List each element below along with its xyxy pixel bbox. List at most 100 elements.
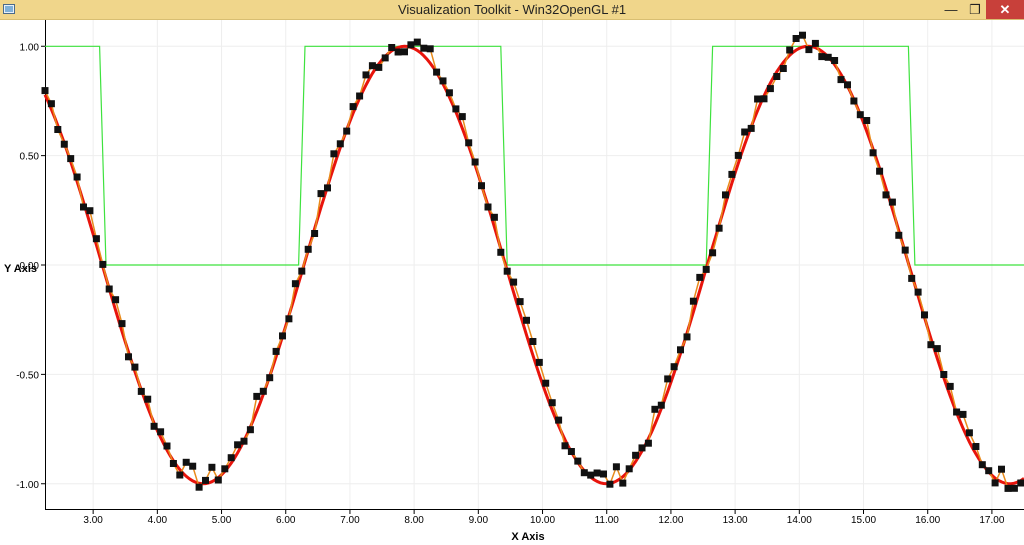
noisy-sine-marker: [246, 426, 254, 434]
noisy-sine-marker: [600, 470, 607, 478]
noisy-sine-marker: [298, 267, 306, 275]
x-tick-label: 6.00: [276, 515, 296, 526]
noisy-sine-marker: [933, 345, 941, 353]
noisy-sine-marker: [747, 124, 755, 132]
close-button[interactable]: ✕: [986, 0, 1024, 19]
noisy-sine-marker: [92, 235, 100, 243]
noisy-sine-marker: [940, 371, 948, 378]
noisy-sine-marker: [535, 358, 543, 366]
noisy-sine-marker: [375, 63, 383, 71]
noisy-sine-marker: [702, 265, 710, 273]
x-tick-label: 15.00: [851, 515, 876, 526]
noisy-sine-marker: [86, 207, 94, 215]
noisy-sine-marker: [445, 89, 453, 97]
noisy-sine-marker: [413, 38, 421, 46]
noisy-sine-marker: [285, 315, 293, 323]
vtk-window: Visualization Toolkit - Win32OpenGL #1 —…: [0, 0, 1024, 545]
noisy-sine-marker: [80, 203, 87, 211]
noisy-sine-marker: [773, 73, 781, 80]
x-tick-label: 4.00: [148, 515, 168, 526]
noisy-sine-marker: [670, 363, 678, 371]
noisy-sine-marker: [497, 248, 505, 256]
noisy-sine-marker: [324, 184, 331, 192]
window-title: Visualization Toolkit - Win32OpenGL #1: [397, 2, 627, 17]
x-tick-label: 12.00: [658, 515, 683, 526]
noisy-sine-marker: [818, 53, 826, 61]
noisy-sine-marker: [998, 465, 1005, 473]
noisy-sine-marker: [41, 87, 49, 95]
noisy-sine-marker: [766, 85, 774, 93]
noisy-sine-marker: [214, 476, 222, 484]
minimize-button[interactable]: —: [938, 0, 964, 19]
noisy-sine-marker: [1017, 479, 1024, 487]
noisy-sine-marker: [317, 190, 325, 198]
noisy-sine-marker: [503, 267, 511, 275]
noisy-sine-marker: [439, 77, 447, 85]
noisy-sine-marker: [632, 451, 640, 459]
noisy-sine-marker: [362, 71, 370, 79]
noisy-sine-marker: [888, 198, 896, 206]
noisy-sine-marker: [991, 479, 999, 487]
noisy-sine-marker: [465, 139, 473, 147]
x-tick-label: 11.00: [595, 515, 620, 526]
noisy-sine-marker: [202, 476, 209, 484]
noisy-sine-marker: [760, 95, 768, 103]
noisy-sine-marker: [715, 224, 723, 232]
noisy-sine-marker: [1004, 484, 1012, 492]
noisy-sine-marker: [946, 382, 954, 390]
noisy-sine-marker: [484, 203, 492, 211]
noisy-sine-marker: [651, 405, 659, 413]
noisy-sine-marker: [561, 442, 569, 450]
noisy-sine-marker: [137, 387, 145, 395]
noisy-sine-marker: [125, 353, 132, 361]
x-tick-label: 3.00: [83, 515, 103, 526]
noisy-sine-marker: [1010, 484, 1018, 492]
noisy-sine-marker: [259, 387, 267, 395]
x-axis-label: X Axis: [511, 531, 544, 543]
noisy-sine-marker: [330, 150, 338, 158]
noisy-sine-marker: [799, 31, 806, 39]
noisy-sine-marker: [696, 273, 704, 281]
noisy-sine-marker: [664, 375, 672, 383]
noisy-sine-marker: [510, 278, 518, 286]
noisy-sine-marker: [856, 111, 864, 119]
noisy-sine-marker: [490, 213, 498, 221]
noisy-sine-marker: [914, 288, 922, 296]
noisy-sine-marker: [336, 140, 344, 148]
noisy-sine-marker: [921, 311, 928, 319]
y-tick-label: -0.50: [16, 370, 39, 381]
noisy-sine-marker: [850, 97, 858, 105]
noisy-sine-marker: [60, 140, 68, 148]
noisy-sine-marker: [625, 465, 633, 473]
noisy-sine-marker: [792, 35, 800, 42]
noisy-sine-marker: [901, 246, 909, 254]
noisy-sine-marker: [831, 57, 839, 64]
noisy-sine-marker: [240, 437, 248, 445]
noisy-sine-marker: [805, 46, 813, 54]
noisy-sine-marker: [208, 463, 216, 471]
noisy-sine-marker: [612, 463, 620, 471]
noisy-sine-marker: [876, 167, 884, 175]
noisy-sine-marker: [709, 249, 717, 257]
noisy-sine-marker: [266, 374, 274, 382]
noisy-sine-marker: [824, 53, 832, 61]
maximize-button[interactable]: ❐: [964, 0, 986, 19]
noisy-sine-marker: [311, 230, 319, 237]
noisy-sine-marker: [895, 231, 903, 239]
noisy-sine-marker: [195, 483, 203, 491]
noisy-sine-marker: [863, 117, 871, 124]
noisy-sine-marker: [606, 480, 614, 488]
noisy-sine-marker: [882, 191, 890, 199]
x-tick-label: 13.00: [723, 515, 748, 526]
noisy-sine-marker: [73, 173, 81, 181]
noisy-sine-marker: [426, 45, 434, 53]
x-tick-label: 10.00: [530, 515, 555, 526]
noisy-sine-marker: [458, 113, 466, 121]
x-tick-label: 7.00: [340, 515, 360, 526]
noisy-sine-marker: [567, 448, 575, 455]
title-bar[interactable]: Visualization Toolkit - Win32OpenGL #1 —…: [0, 0, 1024, 20]
xy-plot: 1.000.500.00-0.50-1.00 3.00 4.00 5.00 6.00 7…: [4, 20, 1024, 543]
noisy-sine-marker: [478, 182, 485, 190]
noisy-sine-marker: [555, 416, 563, 424]
noisy-sine-marker: [356, 92, 364, 100]
